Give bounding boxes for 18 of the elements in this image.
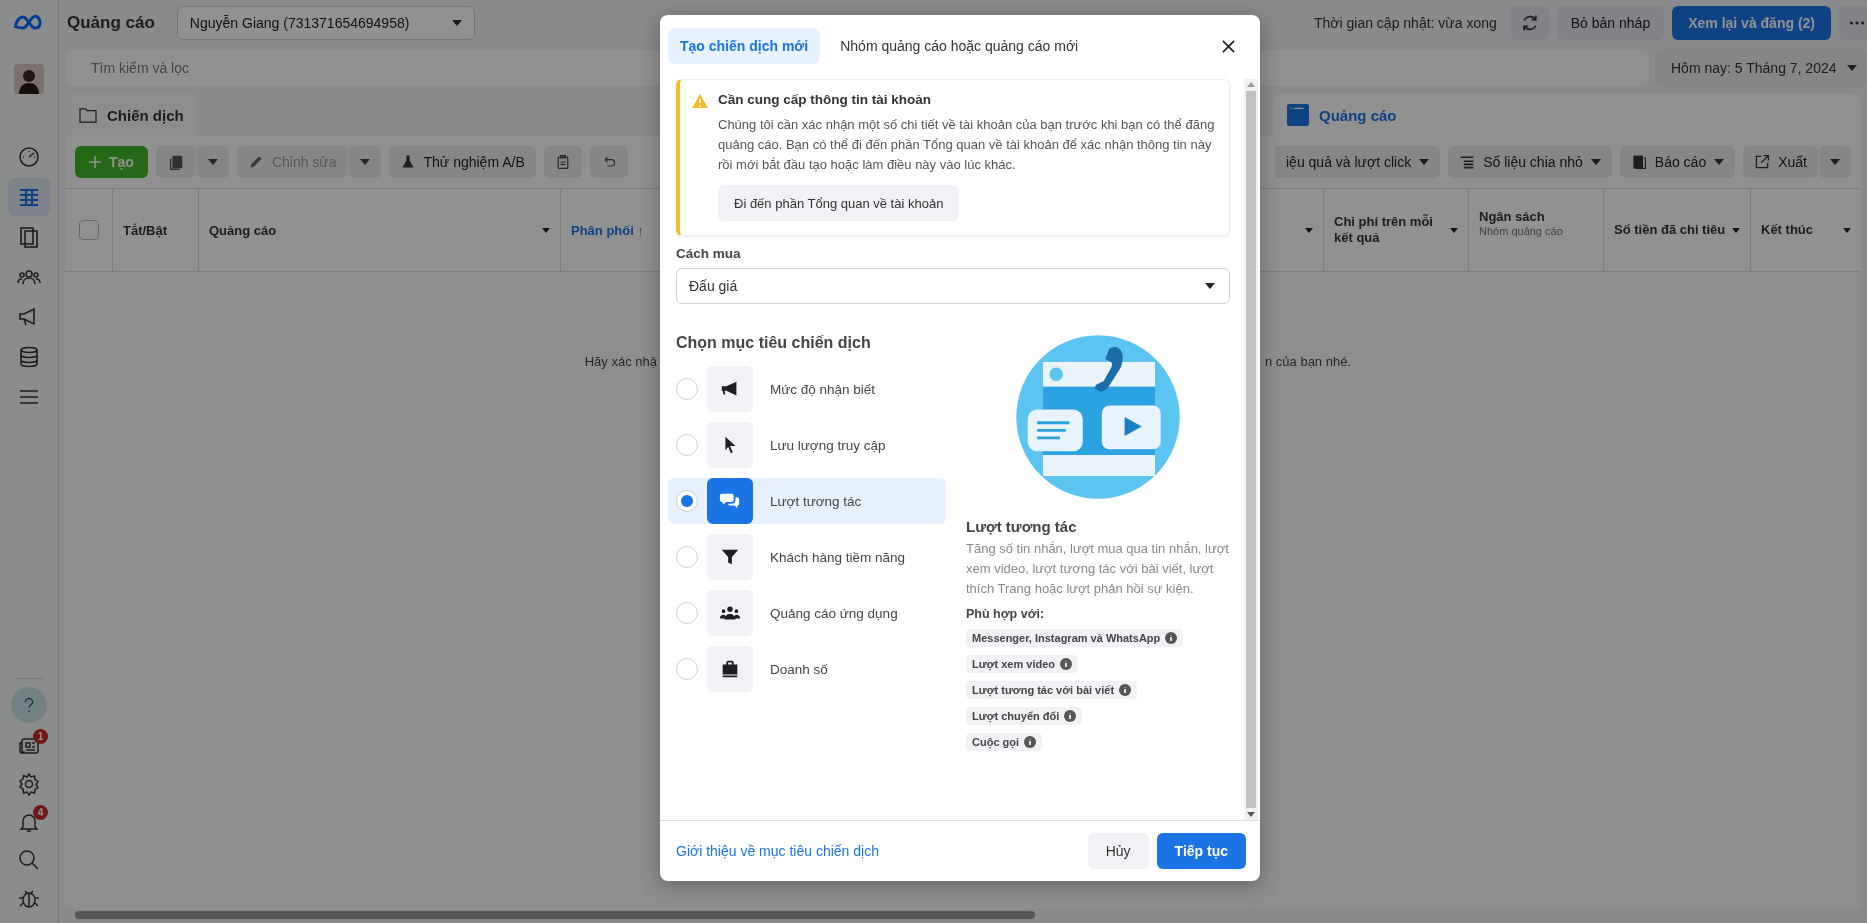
page-title: Quảng cáo — [67, 13, 155, 33]
empty-message: Hãy xác nhậ — [584, 354, 657, 369]
notification-badge: 1 — [33, 729, 48, 744]
fit-chip: Cuộc gọi — [966, 733, 1043, 751]
fit-label: Phù hợp với: — [966, 607, 1045, 621]
fit-chip: Lượt chuyển đổi — [966, 707, 1083, 725]
warning-title: Cần cung cấp thông tin tài khoản — [718, 92, 931, 107]
section-title: Chọn mục tiêu chiến dịch — [676, 334, 872, 352]
warning-text: Chúng tôi cần xác nhận một số chi tiết về tài khoản của bạn trước khi bạn có thể đăng quảng cáo. Bạn có thể đi đến phần Tổng quan về tài khoản để xác nhận thông tin này rồi mới bắt đầu tạo hoặc làm điều này vào lúc khác. — [718, 116, 1215, 174]
notification-badge: 4 — [33, 805, 48, 820]
empty-message: n của bạn nhé. — [1265, 354, 1352, 369]
objective-title: Lượt tương tác — [966, 518, 1077, 535]
fit-chip: Messenger, Instagram và WhatsApp — [966, 629, 1184, 647]
objective-description: Tăng số tin nhắn, lượt mua qua tin nhắn, lượt xem video, lượt tương tác với bài viết, lượt thích Trang hoặc lượt phản hồi sự kiện. — [966, 540, 1230, 598]
fit-chip: Lượt tương tác với bài viết — [966, 681, 1138, 699]
field-label: Cách mua — [676, 246, 742, 261]
fit-chip: Lượt xem video — [966, 655, 1079, 673]
update-status: Thời gian cập nhật: vừa xong — [1314, 15, 1497, 31]
